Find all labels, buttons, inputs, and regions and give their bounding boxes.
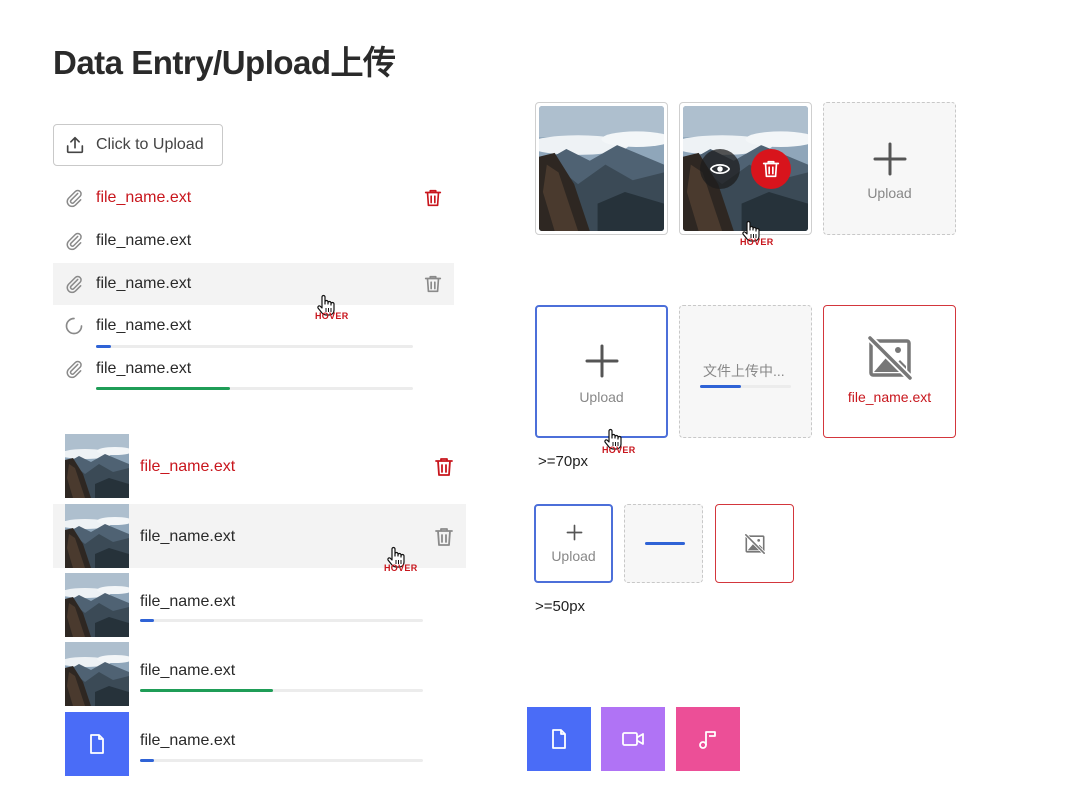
video-tile (601, 707, 665, 771)
progress-bar (140, 619, 423, 622)
error-card[interactable]: file_name.ext (823, 305, 956, 438)
eye-icon (709, 164, 731, 174)
uploading-text: 文件上传中... (703, 363, 785, 379)
page-title: Data Entry/Upload上传 (53, 44, 396, 81)
click-to-upload-button[interactable]: Click to Upload (53, 124, 223, 166)
progress-fill (140, 619, 154, 622)
file-list-item-uploading[interactable]: file_name.ext (53, 305, 454, 347)
progress-fill (140, 689, 273, 692)
progress-bar (96, 387, 413, 390)
mountain-photo-thumbnail (65, 642, 129, 706)
file-list-item-hover[interactable]: file_name.ext (53, 263, 454, 305)
file-name: file_name.ext (140, 593, 236, 610)
broken-image-icon (744, 533, 766, 555)
paperclip-icon (64, 274, 84, 294)
paperclip-icon (64, 188, 84, 208)
music-tile (676, 707, 740, 771)
small-upload-card[interactable]: Upload (534, 504, 613, 583)
file-name: file_name.ext (96, 317, 192, 334)
file-list-item-success[interactable]: file_name.ext (53, 348, 454, 390)
progress-fill (140, 759, 154, 762)
image-card[interactable] (535, 102, 668, 235)
broken-image-icon (866, 334, 914, 382)
file-name: file_name.ext (96, 189, 192, 206)
upload-card-active[interactable]: Upload (535, 305, 668, 438)
mountain-photo-thumbnail (65, 504, 129, 568)
trash-icon (760, 158, 782, 180)
error-file-name: file_name.ext (847, 389, 932, 405)
hover-annotation: HOVER (384, 563, 418, 573)
plus-icon (566, 524, 583, 541)
progress-bar (700, 385, 791, 388)
hover-annotation: HOVER (602, 445, 636, 455)
mountain-photo-thumbnail (65, 434, 129, 498)
upload-button-label: Click to Upload (96, 136, 204, 153)
upload-card-label: Upload (867, 185, 912, 201)
upload-card[interactable]: Upload (823, 102, 956, 235)
trash-icon[interactable] (432, 525, 456, 549)
trash-icon[interactable] (422, 187, 444, 209)
size-note-50: >=50px (535, 598, 586, 615)
hover-annotation: HOVER (740, 237, 774, 247)
document-icon (552, 729, 566, 749)
progress-fill (96, 387, 230, 390)
mountain-photo (539, 106, 664, 231)
document-icon (90, 734, 104, 754)
thumb-list-item-success[interactable]: file_name.ext (53, 642, 466, 706)
preview-button[interactable] (700, 149, 740, 189)
upload-icon (66, 136, 84, 154)
file-name: file_name.ext (96, 232, 192, 249)
paperclip-icon (64, 231, 84, 251)
file-list-item-error[interactable]: file_name.ext (53, 177, 454, 219)
spinner-icon (64, 316, 84, 336)
thumb-list-item-uploading[interactable]: file_name.ext (53, 573, 466, 637)
plus-icon (584, 343, 620, 379)
small-upload-label: Upload (551, 548, 596, 564)
trash-icon[interactable] (422, 273, 444, 295)
plus-icon (872, 141, 908, 177)
progress-bar (140, 689, 423, 692)
paperclip-icon (64, 359, 84, 379)
thumb-list-item-uploading[interactable]: file_name.ext (53, 712, 466, 776)
video-icon (622, 732, 644, 746)
progress-bar (140, 759, 423, 762)
file-thumbnail (65, 712, 129, 776)
file-name: file_name.ext (140, 458, 236, 475)
progress-fill (645, 542, 685, 545)
music-icon (699, 731, 716, 749)
upload-card-label: Upload (579, 389, 624, 405)
progress-fill (700, 385, 741, 388)
file-name: file_name.ext (96, 360, 192, 377)
mountain-photo-thumbnail (65, 573, 129, 637)
file-name: file_name.ext (140, 528, 236, 545)
file-name: file_name.ext (140, 732, 236, 749)
file-name: file_name.ext (96, 275, 192, 292)
small-error-card[interactable] (715, 504, 794, 583)
small-uploading-card (624, 504, 703, 583)
document-tile (527, 707, 591, 771)
trash-icon[interactable] (432, 455, 456, 479)
delete-button[interactable] (751, 149, 791, 189)
file-list-item[interactable]: file_name.ext (53, 220, 454, 262)
file-name: file_name.ext (140, 662, 236, 679)
uploading-card: 文件上传中... (679, 305, 812, 438)
image-card-hover[interactable] (679, 102, 812, 235)
thumb-list-item-error[interactable]: file_name.ext (53, 434, 466, 498)
size-note-70: >=70px (538, 453, 589, 470)
